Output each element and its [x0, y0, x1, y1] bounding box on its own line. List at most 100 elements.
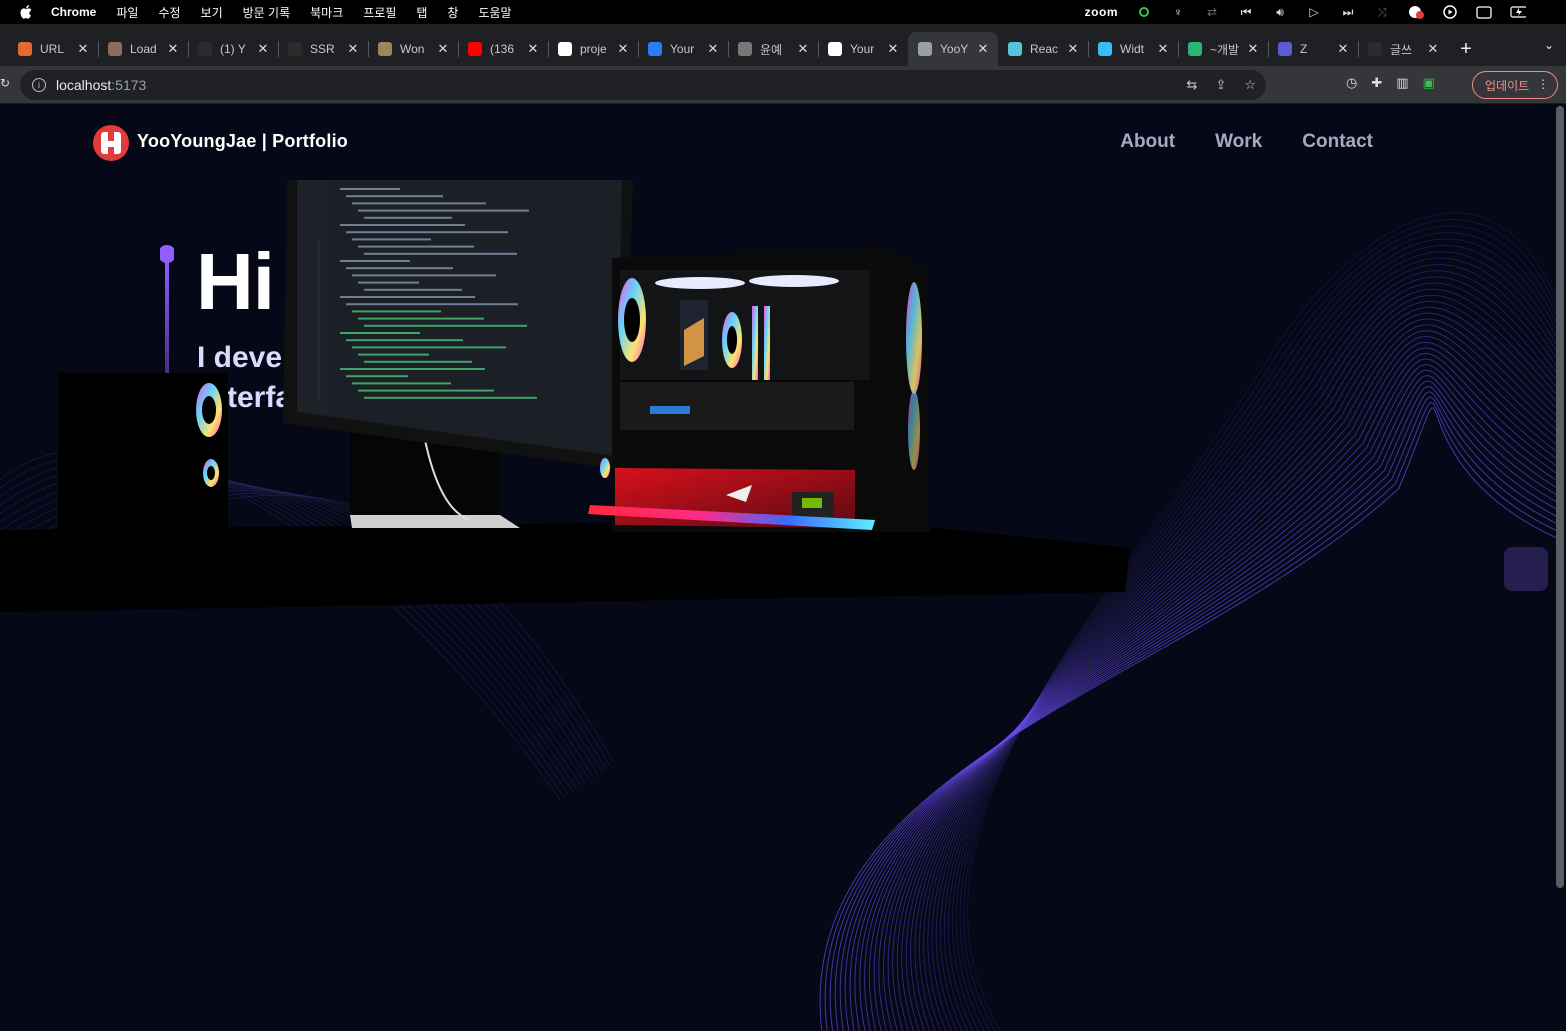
- tab-close-icon[interactable]: ✕: [706, 41, 720, 56]
- browser-tab[interactable]: Widt ✕: [1088, 32, 1178, 66]
- tailwind-icon: [1098, 42, 1112, 56]
- reload-icon[interactable]: ↻: [0, 76, 10, 90]
- repeat-icon[interactable]: ⇄: [1204, 5, 1220, 19]
- page-scrollbar[interactable]: [1556, 106, 1564, 888]
- tab-close-icon[interactable]: ✕: [1336, 41, 1350, 56]
- browser-tab[interactable]: YooY ✕: [908, 32, 998, 66]
- browser-tab[interactable]: Z ✕: [1268, 32, 1358, 66]
- menu-window[interactable]: 창: [447, 4, 458, 21]
- window-icon[interactable]: [1476, 5, 1492, 19]
- person-icon: [378, 42, 392, 56]
- browser-tab[interactable]: Reac ✕: [998, 32, 1088, 66]
- browser-toolbar: ↻ i localhost:5173 ⇆ ⇪ ☆ ◷ ✚ ▥ ▣ 업데이트 ⋮: [0, 66, 1566, 104]
- menu-history[interactable]: 방문 기록: [243, 4, 291, 21]
- tab-close-icon[interactable]: ✕: [436, 41, 450, 56]
- tab-close-icon[interactable]: ✕: [346, 41, 360, 56]
- browser-tab[interactable]: SSR ✕: [278, 32, 368, 66]
- menu-edit[interactable]: 수정: [158, 4, 180, 21]
- new-tab-button[interactable]: +: [1448, 32, 1484, 66]
- apple-icon[interactable]: [19, 5, 33, 19]
- nav-link-contact[interactable]: Contact: [1302, 131, 1373, 153]
- browser-tab[interactable]: ~개발 ✕: [1178, 32, 1268, 66]
- menu-file[interactable]: 파일: [116, 4, 138, 21]
- translate-icon[interactable]: ⇆: [1187, 77, 1198, 93]
- bookmark-star-icon[interactable]: ☆: [1244, 77, 1256, 93]
- profile-avatar-icon[interactable]: ▣: [1423, 75, 1435, 91]
- browser-tab[interactable]: 글쓰 ✕: [1358, 32, 1448, 66]
- tab-close-icon[interactable]: ✕: [1426, 41, 1440, 56]
- previous-track-icon[interactable]: ⏮: [1238, 5, 1254, 19]
- tab-close-icon[interactable]: ✕: [1066, 41, 1080, 56]
- code-line: [340, 368, 485, 370]
- code-line: [358, 353, 429, 356]
- menu-help[interactable]: 도움말: [478, 4, 511, 21]
- tab-title: Your: [850, 42, 875, 56]
- browser-tab[interactable]: (1) Y ✕: [188, 32, 278, 66]
- more-menu-icon[interactable]: ⋮: [1537, 77, 1549, 91]
- tab-close-icon[interactable]: ✕: [76, 41, 90, 56]
- code-line: [352, 274, 496, 277]
- tab-title: Your: [670, 42, 695, 56]
- tab-close-icon[interactable]: ✕: [976, 41, 990, 56]
- tab-close-icon[interactable]: ✕: [886, 41, 900, 56]
- volume-icon[interactable]: 🔊︎: [1272, 5, 1288, 19]
- site-brand[interactable]: YooYoungJae | Portfolio: [137, 131, 348, 152]
- nav-link-work[interactable]: Work: [1215, 131, 1262, 153]
- code-line: [352, 310, 441, 313]
- browser-tab[interactable]: Your ✕: [638, 32, 728, 66]
- code-line: [358, 245, 474, 248]
- menu-app-name[interactable]: Chrome: [51, 5, 96, 19]
- browser-tab[interactable]: (136 ✕: [458, 32, 548, 66]
- menu-view[interactable]: 보기: [201, 4, 223, 21]
- tab-close-icon[interactable]: ✕: [616, 41, 630, 56]
- tab-title: 글쓰: [1390, 42, 1413, 57]
- timer-extension-icon[interactable]: ◷: [1346, 75, 1357, 91]
- battery-icon[interactable]: [1510, 5, 1526, 19]
- browser-tab[interactable]: proje ✕: [548, 32, 638, 66]
- play-circle-icon[interactable]: [1442, 5, 1458, 19]
- browser-tab[interactable]: Load ✕: [98, 32, 188, 66]
- green-dot-icon[interactable]: [1136, 5, 1152, 19]
- site-logo[interactable]: [93, 125, 129, 161]
- browser-tab[interactable]: Won ✕: [368, 32, 458, 66]
- side-panel-icon[interactable]: ▥: [1396, 75, 1408, 91]
- tab-close-icon[interactable]: ✕: [256, 41, 270, 56]
- tab-close-icon[interactable]: ✕: [1156, 41, 1170, 56]
- menu-tab[interactable]: 탭: [416, 4, 427, 21]
- browser-tab[interactable]: Your ✕: [818, 32, 908, 66]
- site-info-icon[interactable]: i: [32, 78, 46, 92]
- logo-icon: [648, 42, 662, 56]
- tab-search-chevron-icon[interactable]: ⌄: [1544, 38, 1554, 52]
- tab-title: (1) Y: [220, 42, 246, 56]
- code-line: [340, 332, 420, 334]
- next-track-icon[interactable]: ⏭: [1340, 5, 1356, 19]
- computer-3d-scene[interactable]: [0, 180, 1556, 1031]
- scroll-indicator[interactable]: [1504, 547, 1548, 591]
- dots-icon: [288, 42, 302, 56]
- update-button[interactable]: 업데이트 ⋮: [1472, 71, 1558, 99]
- tab-close-icon[interactable]: ✕: [1246, 41, 1260, 56]
- nav-link-about[interactable]: About: [1120, 131, 1175, 153]
- extension-icons: ◷ ✚ ▥ ▣: [1346, 75, 1435, 91]
- code-line: [358, 209, 529, 212]
- extensions-puzzle-icon[interactable]: ✚: [1371, 75, 1382, 91]
- code-line: [358, 317, 484, 320]
- share-icon[interactable]: ⇪: [1215, 77, 1226, 93]
- notification-icon[interactable]: [1408, 5, 1424, 19]
- shuffle-icon[interactable]: ⤨: [1374, 5, 1390, 19]
- browser-tab[interactable]: URL ✕: [8, 32, 98, 66]
- menu-profiles[interactable]: 프로필: [363, 4, 396, 21]
- tab-close-icon[interactable]: ✕: [526, 41, 540, 56]
- menu-bookmarks[interactable]: 북마크: [310, 4, 343, 21]
- dots-icon: [1368, 42, 1382, 56]
- code-line: [352, 202, 486, 205]
- z-icon: [1278, 42, 1292, 56]
- browser-tab[interactable]: 윤예 ✕: [728, 32, 818, 66]
- accessibility-icon[interactable]: ♆: [1170, 5, 1186, 19]
- zoom-status[interactable]: zoom: [1085, 5, 1118, 19]
- code-line: [346, 339, 463, 342]
- tab-close-icon[interactable]: ✕: [166, 41, 180, 56]
- tab-close-icon[interactable]: ✕: [796, 41, 810, 56]
- address-bar[interactable]: i localhost:5173 ⇆ ⇪ ☆: [20, 70, 1266, 100]
- play-icon[interactable]: ▷: [1306, 5, 1322, 19]
